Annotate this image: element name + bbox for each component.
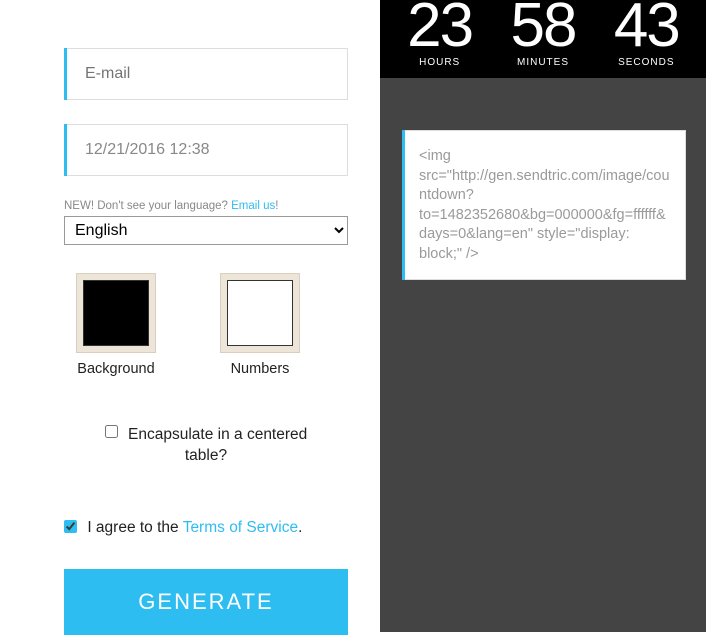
countdown-minutes-label: MINUTES bbox=[511, 57, 576, 68]
generate-button[interactable]: GENERATE bbox=[64, 569, 348, 635]
countdown-preview: 23 HOURS 58 MINUTES 43 SECONDS bbox=[380, 0, 706, 78]
terms-checkbox[interactable] bbox=[64, 520, 77, 533]
encapsulate-checkbox[interactable] bbox=[105, 425, 118, 438]
email-us-link[interactable]: Email us bbox=[231, 200, 275, 212]
numbers-swatch bbox=[227, 280, 293, 346]
terms-label[interactable]: I agree to the Terms of Service. bbox=[64, 519, 302, 536]
embed-code-textarea[interactable] bbox=[405, 130, 686, 280]
numbers-swatch-label: Numbers bbox=[220, 361, 300, 377]
countdown-seconds: 43 bbox=[614, 0, 679, 53]
language-select[interactable]: English bbox=[64, 216, 348, 245]
countdown-minutes: 58 bbox=[511, 0, 576, 53]
countdown-hours: 23 bbox=[407, 0, 472, 53]
terms-link[interactable]: Terms of Service bbox=[183, 519, 298, 536]
datetime-field[interactable] bbox=[67, 124, 348, 176]
background-swatch-label: Background bbox=[76, 361, 156, 377]
language-note: NEW! Don't see your language? Email us! bbox=[64, 200, 348, 212]
background-swatch bbox=[83, 280, 149, 346]
numbers-color-picker[interactable] bbox=[220, 273, 300, 353]
email-field[interactable] bbox=[67, 48, 348, 100]
countdown-seconds-label: SECONDS bbox=[614, 57, 679, 68]
background-color-picker[interactable] bbox=[76, 273, 156, 353]
encapsulate-label[interactable]: Encapsulate in a centered table? bbox=[104, 425, 308, 467]
